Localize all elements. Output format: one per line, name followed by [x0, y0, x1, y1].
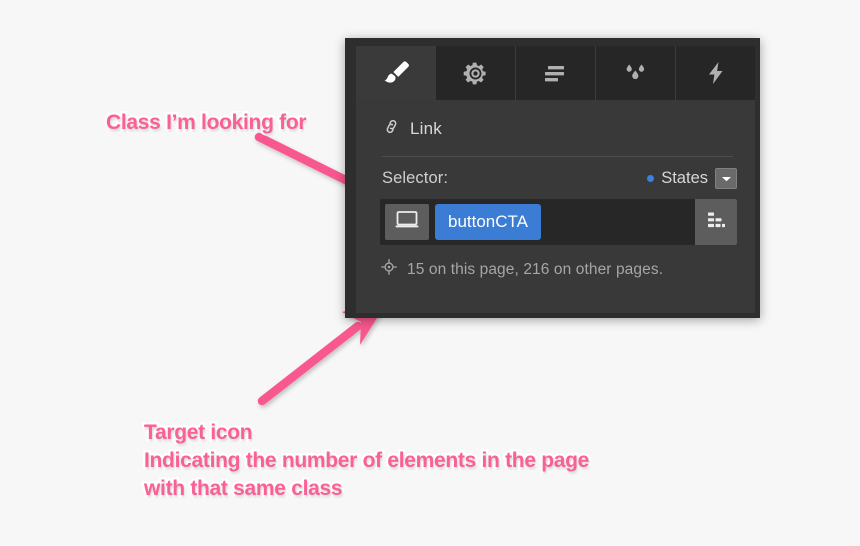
class-usage-count-text: 15 on this page, 216 on other pages.: [407, 260, 664, 278]
class-tag-buttonCTA[interactable]: buttonCTA: [435, 204, 542, 240]
tab-effects[interactable]: [596, 46, 676, 100]
annotation-target-icon-label: Target icon Indicating the number of ele…: [142, 419, 592, 503]
panel-body: Link Selector: States buttonCTA 15 on th…: [356, 100, 755, 313]
element-row[interactable]: Link: [356, 100, 755, 144]
panel-tab-bar: [356, 46, 755, 100]
droplets-icon: [621, 60, 651, 86]
states-group[interactable]: States: [647, 168, 737, 189]
annotation-class-label: Class I’m looking for: [104, 109, 309, 137]
style-panel: Link Selector: States buttonCTA 15 on th…: [345, 38, 760, 318]
breakpoint-button[interactable]: [385, 204, 429, 240]
target-icon[interactable]: [380, 258, 398, 281]
link-icon: [382, 117, 401, 141]
paintbrush-icon: [381, 58, 411, 88]
tab-interactions[interactable]: [676, 46, 755, 100]
class-usage-count-row: 15 on this page, 216 on other pages.: [356, 245, 755, 281]
text-align-icon: [542, 61, 570, 85]
gear-icon: [462, 60, 489, 87]
selector-field[interactable]: buttonCTA: [380, 199, 737, 245]
states-dropdown-button[interactable]: [715, 168, 737, 189]
selector-header: Selector: States: [356, 157, 755, 189]
tab-style[interactable]: [356, 46, 436, 100]
states-label: States: [661, 169, 708, 187]
tab-settings[interactable]: [436, 46, 516, 100]
desktop-icon: [394, 209, 420, 235]
selector-label: Selector:: [382, 169, 449, 187]
chevron-down-icon: [721, 170, 732, 188]
element-label: Link: [410, 119, 442, 138]
cascade-list-icon: [704, 209, 728, 236]
state-indicator-dot: [647, 175, 655, 182]
cascade-list-button[interactable]: [695, 199, 737, 245]
tab-typography[interactable]: [516, 46, 596, 100]
lightning-icon: [703, 59, 729, 87]
